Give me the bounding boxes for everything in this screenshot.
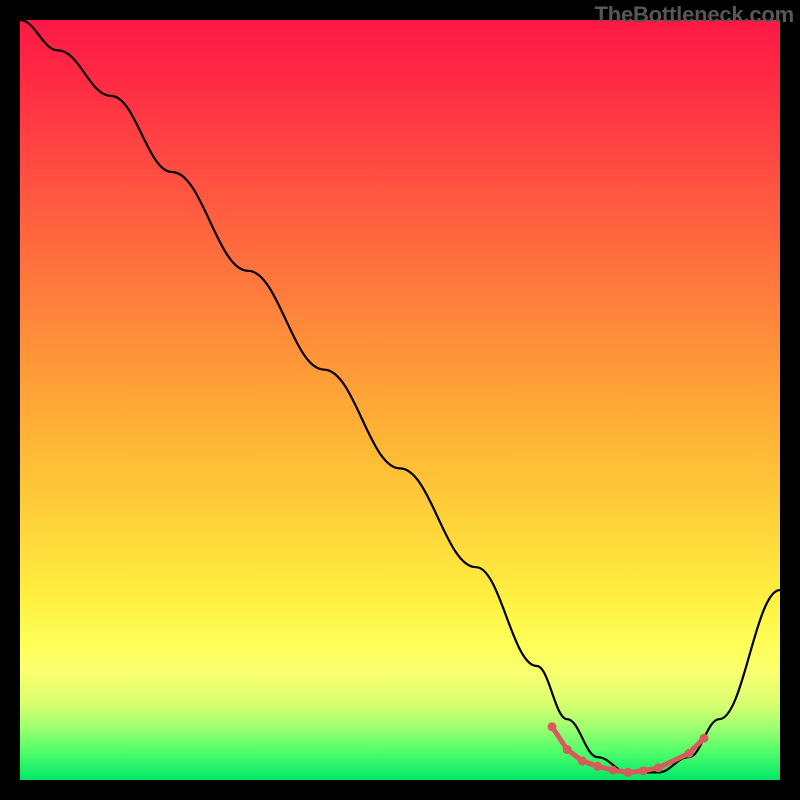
optimal-marker-dot <box>608 766 617 775</box>
plot-area <box>20 20 780 780</box>
optimal-marker-dot <box>700 734 709 743</box>
optimal-range-connector <box>552 727 704 773</box>
chart-container: TheBottleneck.com <box>0 0 800 800</box>
optimal-marker-dot <box>624 768 633 777</box>
optimal-marker-dot <box>684 749 693 758</box>
optimal-marker-dot <box>593 762 602 771</box>
curve-overlay <box>20 20 780 780</box>
optimal-marker-dot <box>639 766 648 775</box>
optimal-marker-dot <box>563 745 572 754</box>
optimal-marker-dot <box>578 757 587 766</box>
bottleneck-curve <box>20 20 780 772</box>
optimal-marker-dot <box>654 763 663 772</box>
watermark-label: TheBottleneck.com <box>594 2 794 28</box>
optimal-range-markers <box>548 722 709 777</box>
optimal-marker-dot <box>548 722 557 731</box>
